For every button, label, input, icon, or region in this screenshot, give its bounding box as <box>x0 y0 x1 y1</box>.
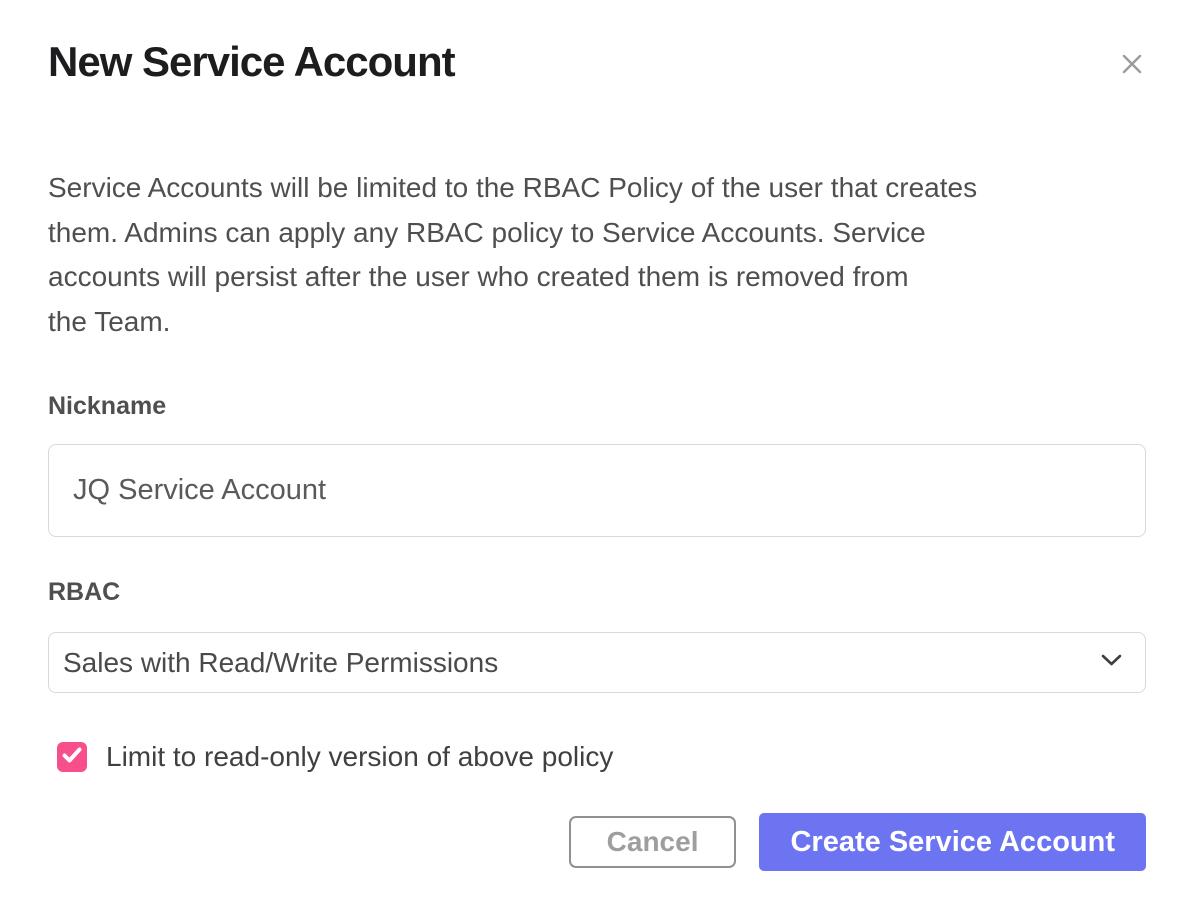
create-service-account-button[interactable]: Create Service Account <box>759 813 1146 871</box>
description-line: accounts will persist after the user who… <box>48 255 977 300</box>
close-icon <box>1116 48 1148 85</box>
chevron-down-icon <box>1100 653 1123 673</box>
modal-actions: Cancel Create Service Account <box>48 813 1146 871</box>
modal-description: Service Accounts will be limited to the … <box>48 166 977 344</box>
rbac-selected-option: Sales with Read/Write Permissions <box>63 647 1100 679</box>
readonly-policy-checkbox-row[interactable]: Limit to read-only version of above poli… <box>57 741 613 773</box>
cancel-button[interactable]: Cancel <box>569 816 737 868</box>
nickname-label: Nickname <box>48 392 166 421</box>
description-line: the Team. <box>48 300 977 345</box>
rbac-label: RBAC <box>48 578 120 607</box>
description-line: Service Accounts will be limited to the … <box>48 166 977 211</box>
readonly-policy-checkbox[interactable] <box>57 742 87 772</box>
close-button[interactable] <box>1116 50 1148 82</box>
description-line: them. Admins can apply any RBAC policy t… <box>48 211 977 256</box>
readonly-policy-checkbox-label: Limit to read-only version of above poli… <box>106 741 613 773</box>
nickname-input[interactable] <box>48 444 1146 537</box>
rbac-select[interactable]: Sales with Read/Write Permissions <box>48 632 1146 693</box>
modal-title: New Service Account <box>48 38 455 86</box>
check-icon <box>57 740 87 775</box>
new-service-account-modal: New Service Account Service Accounts wil… <box>0 0 1190 904</box>
